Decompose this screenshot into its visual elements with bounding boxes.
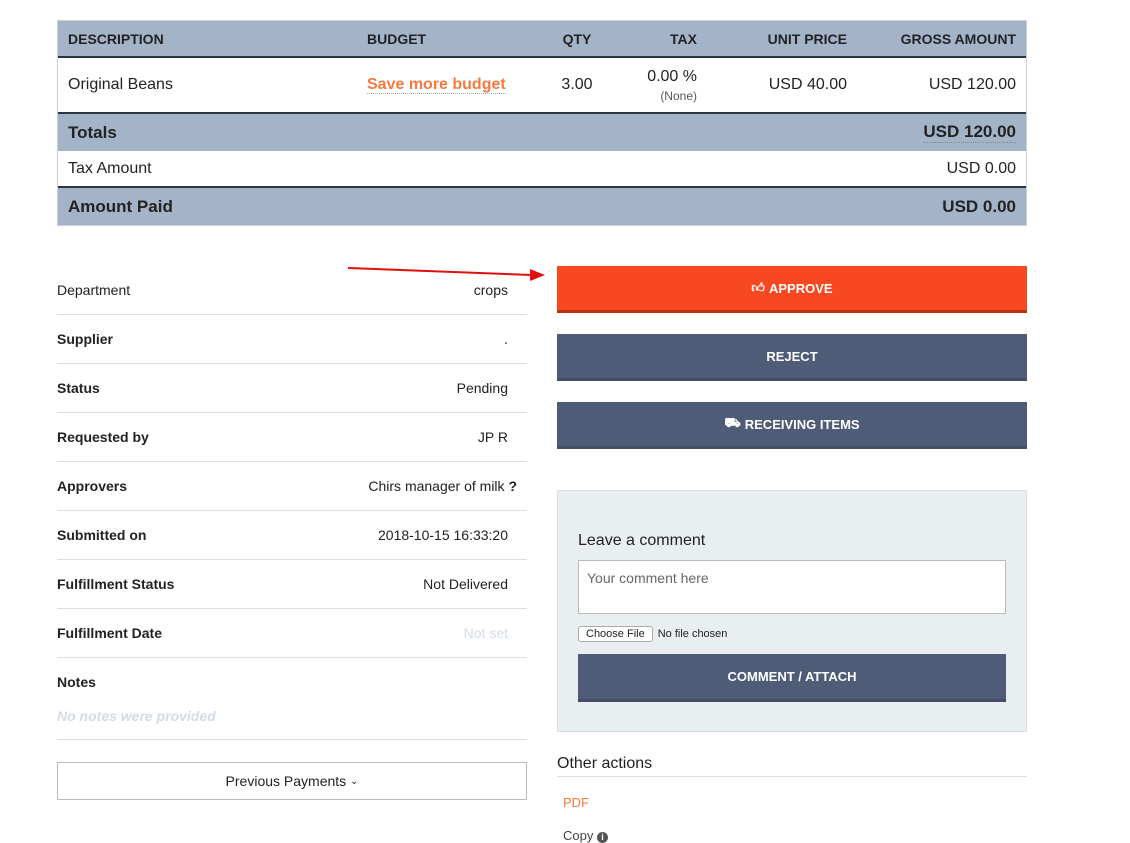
- file-input: Choose File No file chosen: [578, 626, 1006, 642]
- tax-amount-row: Tax Amount USD 0.00: [58, 151, 1026, 188]
- detail-value-text: crops: [473, 282, 508, 298]
- totals-value: USD 120.00: [923, 122, 1016, 143]
- item-gross: USD 120.00: [928, 76, 1016, 93]
- detail-label: Fulfillment Date: [57, 625, 163, 641]
- detail-label: Submitted on: [57, 527, 147, 543]
- detail-value-text: Chirs manager of milk: [368, 478, 505, 494]
- detail-row: Requested by JP R: [57, 413, 527, 462]
- table-row: Original Beans Save more budget 3.00 0.0…: [58, 58, 1026, 114]
- item-description: Original Beans: [68, 76, 173, 93]
- comment-input[interactable]: Your comment here: [578, 560, 1006, 614]
- items-table: DESCRIPTION BUDGET QTY TAX UNIT PRICE GR…: [57, 20, 1027, 226]
- chevron-down-icon: ⌄: [350, 775, 359, 787]
- approve-label: APPROVE: [769, 280, 833, 296]
- detail-value: Pending: [457, 380, 508, 396]
- tax-note: (None): [660, 88, 697, 103]
- detail-value: Not Delivered: [423, 576, 508, 592]
- previous-payments-button[interactable]: Previous Payments ⌄: [57, 762, 527, 800]
- tax-rate: 0.00 %: [647, 67, 697, 85]
- budget-link[interactable]: Save more budget: [367, 76, 506, 94]
- other-actions-title: Other actions: [557, 755, 1027, 777]
- item-unit-price: USD 40.00: [768, 76, 847, 93]
- detail-value: 2018-10-15 16:33:20: [378, 527, 508, 543]
- reject-button[interactable]: REJECT: [557, 334, 1027, 381]
- detail-value: .: [504, 331, 508, 347]
- file-status: No file chosen: [657, 628, 728, 640]
- amount-paid-row: Amount Paid USD 0.00: [58, 188, 1026, 225]
- previous-payments-label: Previous Payments: [225, 773, 347, 789]
- tax-amount-label: Tax Amount: [68, 159, 152, 177]
- totals-row: Totals USD 120.00: [58, 114, 1026, 151]
- detail-value-text: .: [504, 331, 508, 347]
- notes-value: No notes were provided: [57, 708, 216, 724]
- col-gross: GROSS AMOUNT: [900, 30, 1016, 47]
- tax-amount-value: USD 0.00: [946, 159, 1016, 177]
- comment-title: Leave a comment: [578, 532, 706, 549]
- detail-value-text: Pending: [456, 380, 508, 396]
- reject-label: REJECT: [766, 348, 818, 364]
- item-tax: 0.00 % (None): [617, 68, 697, 103]
- detail-value-text: 2018-10-15 16:33:20: [378, 527, 508, 543]
- amount-paid-value: USD 0.00: [942, 196, 1016, 216]
- detail-label: Requested by: [57, 429, 149, 445]
- pdf-link[interactable]: PDF: [563, 795, 589, 810]
- detail-value: crops: [474, 282, 508, 298]
- detail-label: Department: [57, 282, 131, 298]
- approve-button[interactable]: 👍︎ APPROVE: [557, 266, 1027, 313]
- detail-label: Fulfillment Status: [57, 576, 175, 592]
- col-description: DESCRIPTION: [68, 30, 164, 47]
- detail-value-text: Not Delivered: [423, 576, 508, 592]
- choose-file-button[interactable]: Choose File: [578, 626, 653, 642]
- help-icon[interactable]: ?: [508, 478, 517, 494]
- item-qty: 3.00: [561, 76, 593, 93]
- truck-icon: ⛟: [724, 415, 741, 430]
- detail-row: Supplier.: [57, 315, 527, 364]
- detail-row: Status Pending: [57, 364, 527, 413]
- comment-attach-button[interactable]: COMMENT / ATTACH: [578, 654, 1006, 702]
- info-icon: i: [596, 832, 608, 843]
- notes-section: Notes No notes were provided: [57, 658, 527, 740]
- receiving-items-button[interactable]: ⛟ RECEIVING ITEMS: [557, 402, 1027, 449]
- totals-label: Totals: [68, 122, 117, 142]
- detail-row: Fulfillment Date Not set: [57, 609, 527, 658]
- col-unit-price: UNIT PRICE: [767, 30, 847, 47]
- col-budget: BUDGET: [367, 30, 427, 47]
- details-list: Department crops Supplier. Status Pending Req…: [57, 266, 527, 740]
- col-qty: QTY: [562, 30, 592, 47]
- table-header: DESCRIPTION BUDGET QTY TAX UNIT PRICE GR…: [58, 21, 1026, 58]
- receiving-label: RECEIVING ITEMS: [744, 416, 860, 432]
- detail-label: Status: [57, 380, 100, 396]
- amount-paid-label: Amount Paid: [68, 196, 173, 216]
- detail-value: JP R: [478, 429, 508, 445]
- detail-label: Supplier: [57, 331, 114, 347]
- detail-value: Not set: [464, 625, 508, 641]
- comment-box: Leave a comment Your comment here Choose…: [557, 490, 1027, 732]
- detail-value: Chirs manager of milk ?: [368, 478, 517, 494]
- notes-label: Notes: [57, 674, 96, 690]
- detail-row: Approvers Chirs manager of milk ?: [57, 462, 527, 511]
- col-tax: TAX: [670, 30, 697, 47]
- thumbs-up-icon: 👍︎: [751, 280, 765, 295]
- detail-label: Approvers: [57, 478, 128, 494]
- detail-row: Department crops: [57, 266, 527, 315]
- detail-value-text: JP R: [477, 429, 508, 445]
- detail-row: Fulfillment Status Not Delivered: [57, 560, 527, 609]
- detail-value-text: Not set: [463, 625, 508, 641]
- detail-row: Submitted on 2018-10-15 16:33:20: [57, 511, 527, 560]
